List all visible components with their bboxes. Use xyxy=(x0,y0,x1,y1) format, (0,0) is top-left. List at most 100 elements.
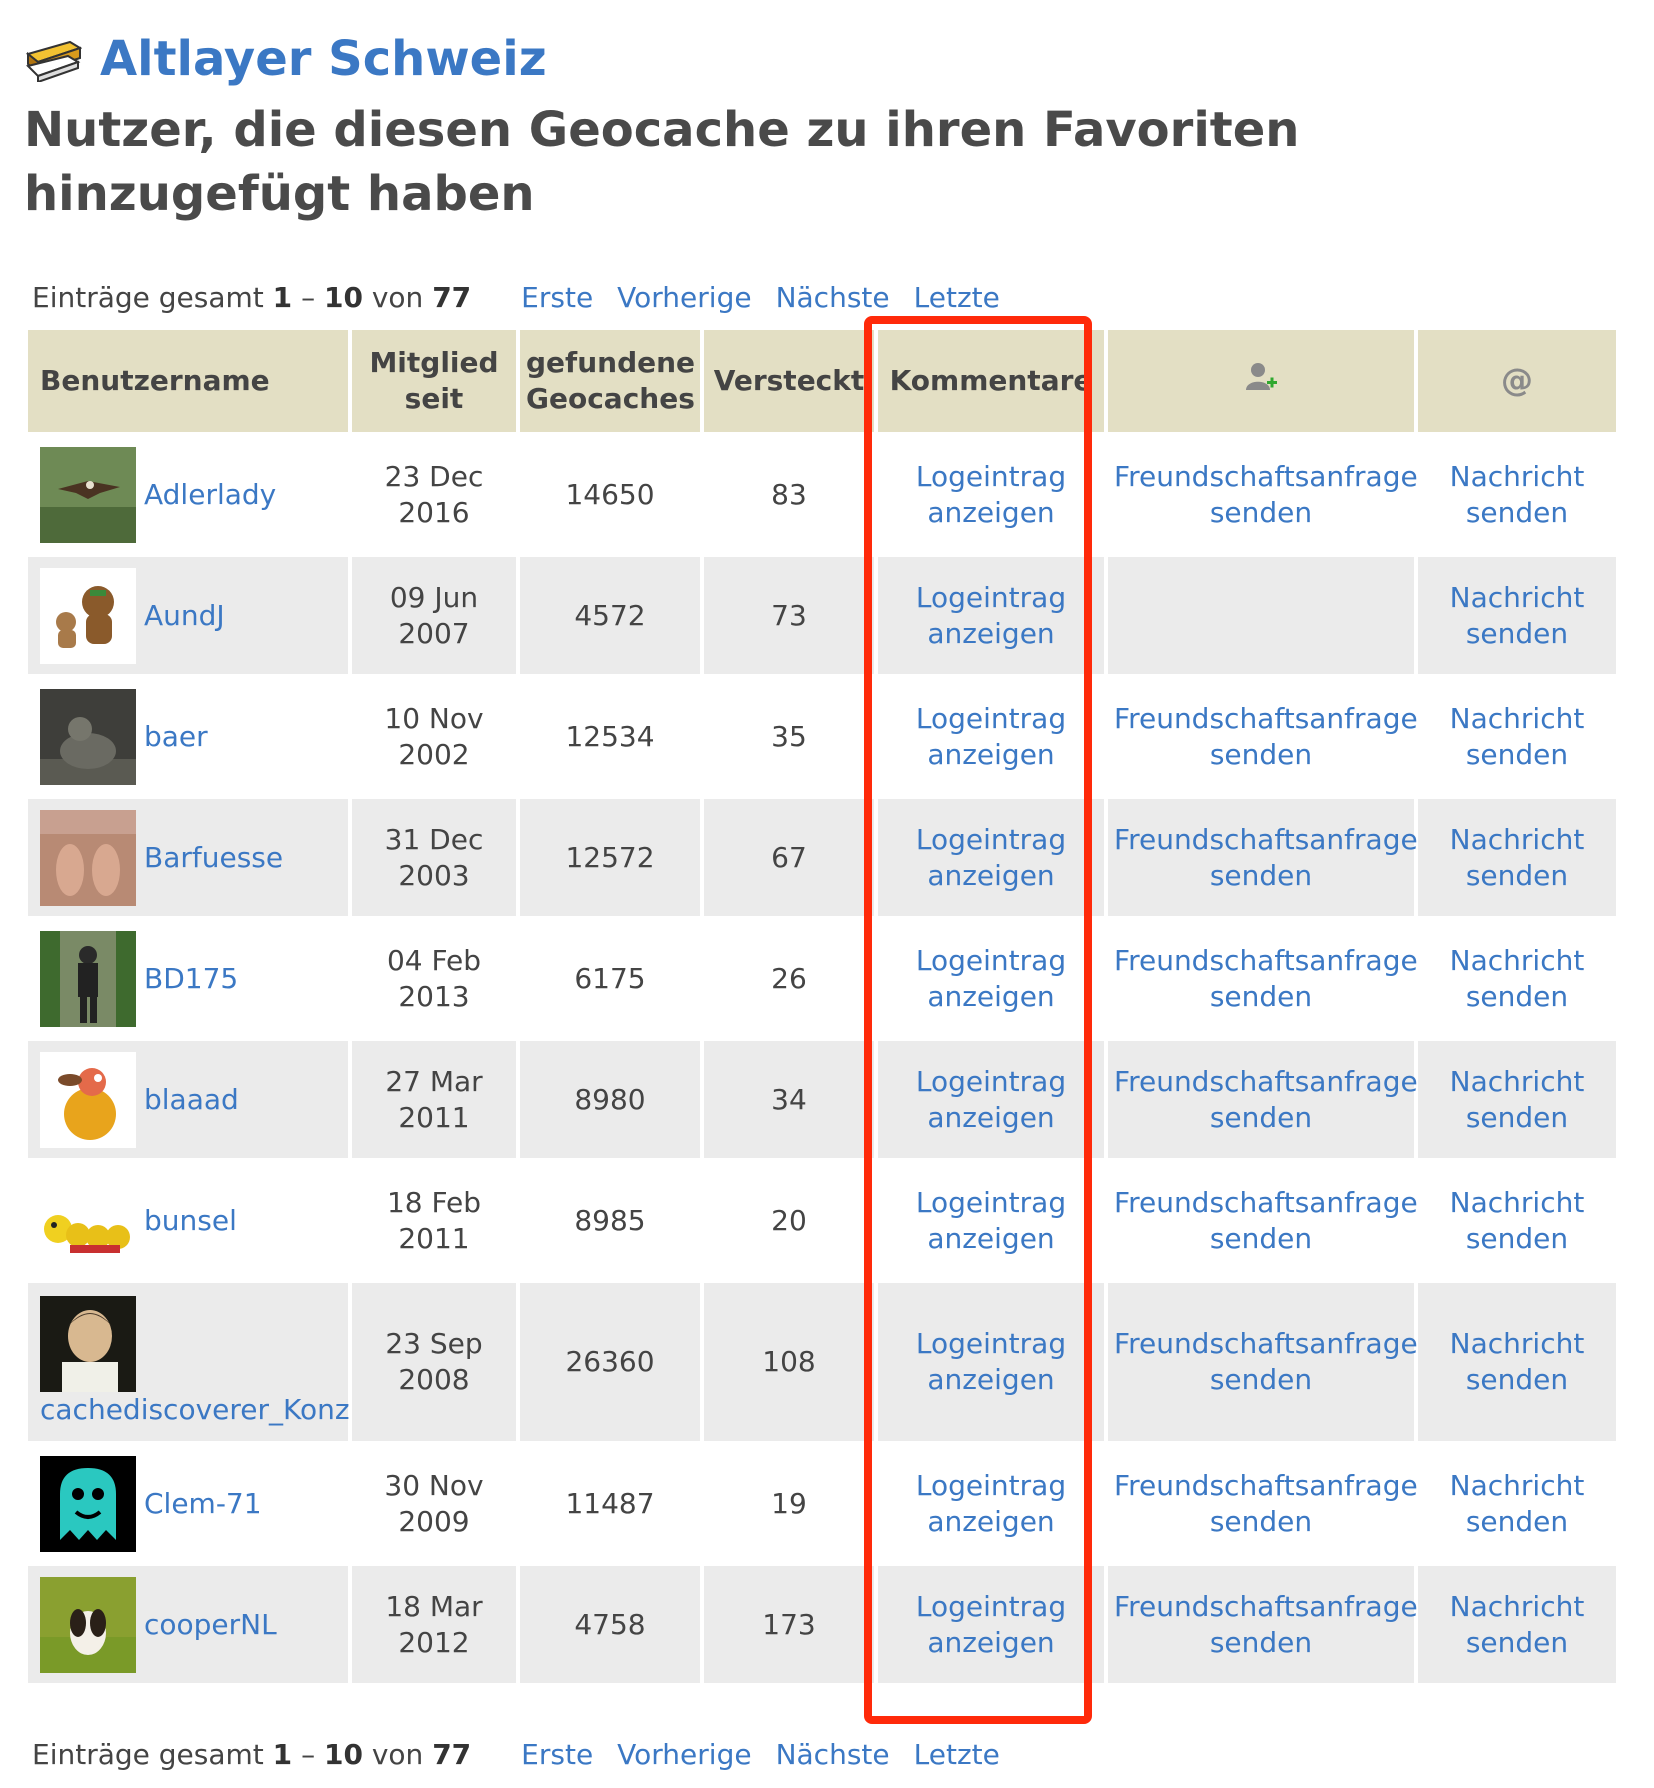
username-link[interactable]: blaaad xyxy=(144,1082,239,1118)
table-row: AundJ 09 Jun 2007 4572 73 Logeintrag anzeige… xyxy=(28,557,1616,674)
send-message-link[interactable]: Nachricht senden xyxy=(1450,1065,1585,1134)
previous-page-link[interactable]: Vorherige xyxy=(617,1738,751,1771)
found-count-cell: 26360 xyxy=(520,1283,700,1441)
previous-page-link[interactable]: Vorherige xyxy=(617,281,751,314)
bear-statue-avatar[interactable] xyxy=(40,688,136,785)
friend-request-link[interactable]: Freundschaftsanfrage senden xyxy=(1114,944,1418,1013)
member-since-cell: 10 Nov 2002 xyxy=(352,678,516,795)
eagle-avatar[interactable] xyxy=(40,446,136,543)
send-message-link[interactable]: Nachricht senden xyxy=(1450,1327,1585,1396)
table-row: blaaad 27 Mar 2011 8980 34 Logeintrag anzeig… xyxy=(28,1041,1616,1158)
portrait-avatar[interactable] xyxy=(40,1296,136,1392)
send-message-link[interactable]: Nachricht senden xyxy=(1450,1186,1585,1255)
header-username: Benutzername xyxy=(28,330,348,432)
show-log-link[interactable]: Logeintrag anzeigen xyxy=(916,1186,1066,1255)
send-message-link[interactable]: Nachricht senden xyxy=(1450,944,1585,1013)
friend-request-cell: Freundschaftsanfrage senden xyxy=(1108,678,1418,795)
member-since-cell: 04 Feb 2013 xyxy=(352,920,516,1037)
send-message-link[interactable]: Nachricht senden xyxy=(1450,1469,1585,1538)
username-link[interactable]: baer xyxy=(144,719,208,755)
username-link[interactable]: BD175 xyxy=(144,961,238,997)
range-end: 10 xyxy=(323,1737,363,1771)
member-since-cell: 27 Mar 2011 xyxy=(352,1041,516,1158)
last-page-link[interactable]: Letzte xyxy=(914,281,1000,314)
username-link[interactable]: cooperNL xyxy=(144,1607,277,1643)
table-row: cachediscoverer_Konz 23 Sep 2008 26360 108 L… xyxy=(28,1283,1616,1441)
friend-request-cell: Freundschaftsanfrage senden xyxy=(1108,1041,1418,1158)
friend-request-cell: Freundschaftsanfrage senden xyxy=(1108,1283,1418,1441)
last-page-link[interactable]: Letzte xyxy=(914,1738,1000,1771)
caterpillar-avatar[interactable] xyxy=(40,1172,136,1269)
friend-request-cell: Freundschaftsanfrage senden xyxy=(1108,1445,1418,1562)
found-count-cell: 11487 xyxy=(520,1445,700,1562)
found-count-cell: 6175 xyxy=(520,920,700,1037)
cartoon-dog-avatar[interactable] xyxy=(40,1051,136,1148)
page-title: Nutzer, die diesen Geocache zu ihren Fav… xyxy=(24,102,1300,222)
table-header-row: Benutzername Mitglied seit gefundene Geo… xyxy=(28,330,1616,432)
range-start: 1 xyxy=(272,1737,293,1771)
friend-request-link[interactable]: Freundschaftsanfrage senden xyxy=(1114,1065,1418,1134)
table-row: baer 10 Nov 2002 12534 35 Logeintrag anzeige… xyxy=(28,678,1616,795)
cache-title-link[interactable]: Altlayer Schweiz xyxy=(100,31,547,87)
first-page-link[interactable]: Erste xyxy=(521,281,593,314)
found-count-cell: 12534 xyxy=(520,678,700,795)
show-log-link[interactable]: Logeintrag anzeigen xyxy=(916,823,1066,892)
username-cell: blaaad xyxy=(28,1041,348,1158)
show-log-link[interactable]: Logeintrag anzeigen xyxy=(916,1469,1066,1538)
next-page-link[interactable]: Nächste xyxy=(776,281,890,314)
add-friend-icon xyxy=(1246,362,1277,390)
show-log-link[interactable]: Logeintrag anzeigen xyxy=(916,1065,1066,1134)
username-link[interactable]: Adlerlady xyxy=(144,477,276,513)
show-log-link[interactable]: Logeintrag anzeigen xyxy=(916,581,1066,650)
comments-cell: Logeintrag anzeigen xyxy=(878,1162,1104,1279)
username-cell: baer xyxy=(28,678,348,795)
of-label: von xyxy=(371,280,424,314)
send-message-link[interactable]: Nachricht senden xyxy=(1450,581,1585,650)
page: Altlayer Schweiz Nutzer, die diesen Geoc… xyxy=(0,0,1654,1788)
friend-request-link[interactable]: Freundschaftsanfrage senden xyxy=(1114,1469,1418,1538)
send-message-link[interactable]: Nachricht senden xyxy=(1450,823,1585,892)
friend-request-cell: Freundschaftsanfrage senden xyxy=(1108,436,1418,553)
username-link[interactable]: AundJ xyxy=(144,598,225,634)
cache-type-icon xyxy=(25,40,82,82)
friend-request-link[interactable]: Freundschaftsanfrage senden xyxy=(1114,823,1418,892)
header-comments: Kommentare xyxy=(878,330,1104,432)
username-cell: Adlerlady xyxy=(28,436,348,553)
hiker-avatar[interactable] xyxy=(40,930,136,1027)
friend-request-cell: Freundschaftsanfrage senden xyxy=(1108,920,1418,1037)
table-row: bunsel 18 Feb 2011 8985 20 Logeintrag anzeig… xyxy=(28,1162,1616,1279)
message-cell: Nachricht senden xyxy=(1418,1445,1616,1562)
header-friend xyxy=(1108,330,1414,432)
show-log-link[interactable]: Logeintrag anzeigen xyxy=(916,460,1066,529)
friend-request-link[interactable]: Freundschaftsanfrage senden xyxy=(1114,1590,1418,1659)
hidden-count-cell: 173 xyxy=(704,1566,874,1683)
username-link[interactable]: Barfuesse xyxy=(144,840,283,876)
member-since-cell: 23 Sep 2008 xyxy=(352,1283,516,1441)
header-hidden: Versteckt xyxy=(704,330,874,432)
cartoon-bears-avatar[interactable] xyxy=(40,567,136,664)
username-link[interactable]: bunsel xyxy=(144,1203,237,1239)
friend-request-link[interactable]: Freundschaftsanfrage senden xyxy=(1114,460,1418,529)
friend-request-link[interactable]: Freundschaftsanfrage senden xyxy=(1114,1186,1418,1255)
first-page-link[interactable]: Erste xyxy=(521,1738,593,1771)
friend-request-cell: Freundschaftsanfrage senden xyxy=(1108,1566,1418,1683)
show-log-link[interactable]: Logeintrag anzeigen xyxy=(916,702,1066,771)
friend-request-link[interactable]: Freundschaftsanfrage senden xyxy=(1114,702,1418,771)
ghost-avatar[interactable] xyxy=(40,1455,136,1552)
send-message-link[interactable]: Nachricht senden xyxy=(1450,1590,1585,1659)
friend-request-link[interactable]: Freundschaftsanfrage senden xyxy=(1114,1327,1418,1396)
username-link[interactable]: Clem-71 xyxy=(144,1486,262,1522)
dog-in-grass-avatar[interactable] xyxy=(40,1576,136,1673)
username-link[interactable]: cachediscoverer_Konz xyxy=(40,1392,350,1428)
send-message-link[interactable]: Nachricht senden xyxy=(1450,702,1585,771)
show-log-link[interactable]: Logeintrag anzeigen xyxy=(916,944,1066,1013)
message-cell: Nachricht senden xyxy=(1418,557,1616,674)
send-message-link[interactable]: Nachricht senden xyxy=(1450,460,1585,529)
show-log-link[interactable]: Logeintrag anzeigen xyxy=(916,1327,1066,1396)
cache-title-row: Altlayer Schweiz xyxy=(24,26,547,92)
next-page-link[interactable]: Nächste xyxy=(776,1738,890,1771)
show-log-link[interactable]: Logeintrag anzeigen xyxy=(916,1590,1066,1659)
message-cell: Nachricht senden xyxy=(1418,799,1616,916)
range-dash: – xyxy=(301,280,316,314)
feet-avatar[interactable] xyxy=(40,809,136,906)
